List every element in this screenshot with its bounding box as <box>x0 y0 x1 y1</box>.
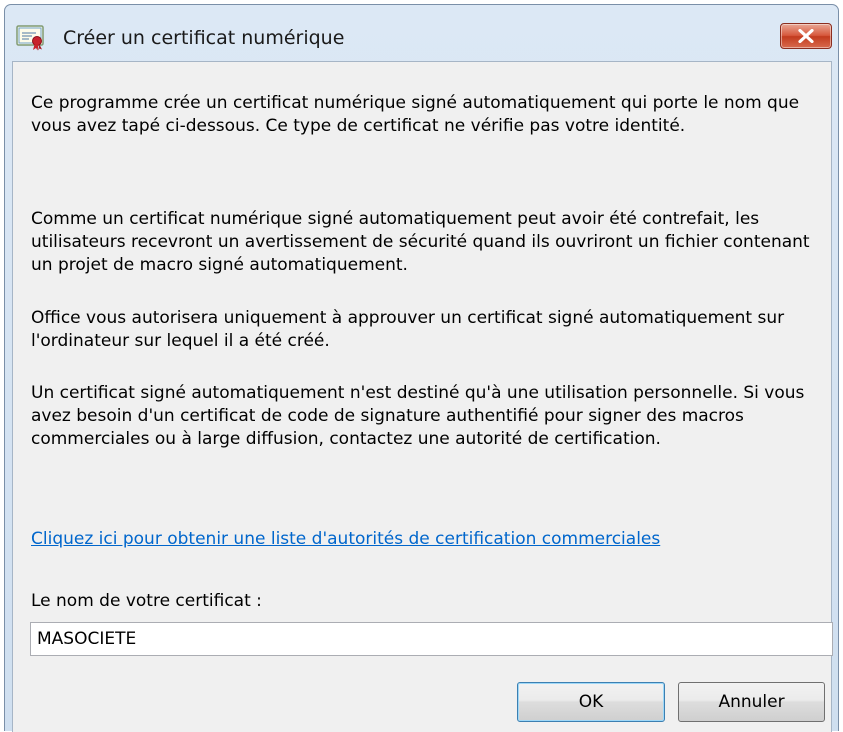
warning-paragraph: Comme un certificat numérique signé auto… <box>31 209 810 275</box>
dialog-window: Créer un certificat numérique Ce program… <box>4 4 839 732</box>
certificate-icon <box>16 25 46 51</box>
dialog-body: Ce programme crée un certificat numériqu… <box>12 61 833 732</box>
certificate-name-input[interactable] <box>30 622 833 656</box>
intro-paragraph: Ce programme crée un certificat numériqu… <box>31 93 800 136</box>
close-button[interactable] <box>780 23 832 49</box>
commercial-authorities-link[interactable]: Cliquez ici pour obtenir une liste d'aut… <box>31 528 660 551</box>
personal-use-paragraph: Un certificat signé automatiquement n'es… <box>31 383 805 449</box>
certificate-name-label: Le nom de votre certificat : <box>31 591 262 611</box>
cancel-button[interactable]: Annuler <box>678 682 825 722</box>
office-paragraph: Office vous autorisera uniquement à appr… <box>31 308 785 351</box>
close-icon <box>798 29 814 43</box>
title-bar[interactable]: Créer un certificat numérique <box>5 5 838 61</box>
ok-button[interactable]: OK <box>517 682 665 722</box>
dialog-title: Créer un certificat numérique <box>63 27 345 49</box>
